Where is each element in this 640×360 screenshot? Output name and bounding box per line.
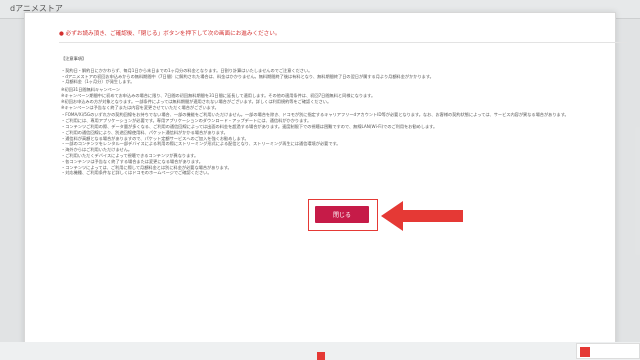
docomo-mark-icon [580,347,590,357]
bottom-promo-badge[interactable] [576,343,640,359]
terms-heading: 【注意事項】 [61,56,87,61]
arrow-left-icon [381,201,463,231]
terms-line: ・月額料金（1ヶ月分）が発生します。 [61,79,135,85]
red-marker-icon [317,352,325,360]
terms-line: ※キャンペーンは予告なく終了または内容を変更させていただく場合がございます。 [61,104,219,110]
terms-line: ・対応機種、ご利用条件など詳しくはドコモのホームページでご確認ください。 [61,170,212,176]
close-button[interactable]: 閉じる [315,206,369,223]
notice-text: ● 必ずお読み頂き、ご確認後、「閉じる」ボタンを押下して次の画面にお進みください… [59,31,281,37]
terms-content: 【注意事項】 ・契約日・解約日にかかわらず、毎月1日から末日までの1ヶ月分の料金… [61,56,627,176]
close-button-highlight: 閉じる [308,199,378,231]
terms-modal: ● 必ずお読み頂き、ご確認後、「閉じる」ボタンを押下して次の画面にお進みください… [24,12,627,348]
notice-divider [59,42,627,43]
